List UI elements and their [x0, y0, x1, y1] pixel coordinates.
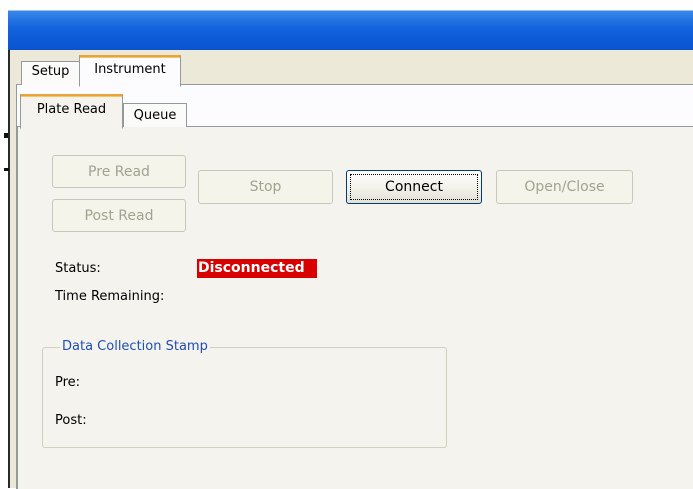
tab-plate-read-label: Plate Read: [36, 102, 107, 117]
pre-read-label: Pre Read: [88, 163, 150, 180]
status-label: Status:: [55, 261, 101, 276]
window-titlebar[interactable]: [8, 0, 693, 50]
time-remaining-label: Time Remaining:: [55, 289, 165, 304]
post-read-button[interactable]: Post Read: [52, 199, 186, 232]
tab-instrument-label: Instrument: [94, 62, 166, 77]
connect-label: Connect: [385, 179, 443, 195]
tab-setup[interactable]: Setup: [21, 61, 80, 85]
pre-stamp-label: Pre:: [55, 375, 81, 390]
status-badge: Disconnected: [197, 259, 317, 278]
splitter-grip-bottom: [4, 168, 9, 171]
post-stamp-label: Post:: [55, 413, 87, 428]
tab-setup-label: Setup: [31, 64, 70, 79]
tab-queue-label: Queue: [133, 108, 177, 123]
tab-queue[interactable]: Queue: [123, 103, 187, 127]
connect-button[interactable]: Connect: [346, 170, 482, 204]
splitter-grip-top: [4, 133, 8, 138]
data-collection-stamp-group: [42, 347, 447, 448]
pre-read-button[interactable]: Pre Read: [52, 155, 186, 188]
tab-instrument[interactable]: Instrument: [79, 55, 181, 87]
data-collection-stamp-title: Data Collection Stamp: [60, 339, 210, 354]
post-read-label: Post Read: [84, 207, 154, 224]
open-close-label: Open/Close: [524, 179, 605, 195]
stop-button[interactable]: Stop: [198, 170, 333, 204]
open-close-button[interactable]: Open/Close: [496, 170, 633, 204]
tab-plate-read[interactable]: Plate Read: [20, 94, 123, 129]
stop-label: Stop: [249, 179, 282, 195]
